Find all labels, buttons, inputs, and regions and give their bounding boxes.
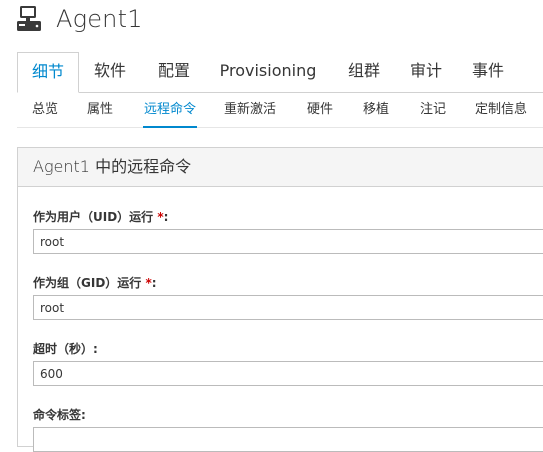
timeout-input[interactable] <box>33 361 543 386</box>
subtab-properties[interactable]: 属性 <box>87 93 113 126</box>
subtab-remote-command[interactable]: 远程命令 <box>142 93 198 128</box>
remote-command-panel: Agent1 中的远程命令 作为用户（UID）运行 *: 作为组（GID）运行 … <box>17 147 543 452</box>
tab-audit[interactable]: 审计 <box>395 52 457 91</box>
subtab-custom-info[interactable]: 定制信息 <box>475 93 527 126</box>
subtab-reactivation[interactable]: 重新激活 <box>224 93 276 126</box>
run-as-user-label-text: 作为用户（UID）运行 <box>33 210 154 224</box>
run-as-group-field: 作为组（GID）运行 *: <box>33 275 543 320</box>
subtab-overview[interactable]: 总览 <box>32 93 58 126</box>
run-as-group-label-text: 作为组（GID）运行 <box>33 276 142 290</box>
command-label-label: 命令标签: <box>33 408 86 422</box>
run-as-group-label: 作为组（GID）运行 *: <box>33 275 543 291</box>
system-server-icon <box>17 6 41 31</box>
label-colon: : <box>151 276 157 290</box>
subtab-hardware[interactable]: 硬件 <box>307 93 333 126</box>
tab-provisioning[interactable]: Provisioning <box>212 52 324 91</box>
tab-events[interactable]: 事件 <box>457 52 519 91</box>
tab-configuration[interactable]: 配置 <box>143 52 205 91</box>
run-as-user-input[interactable] <box>33 229 543 254</box>
timeout-field: 超时（秒）: <box>33 341 543 386</box>
command-label-input[interactable] <box>33 427 543 452</box>
run-as-group-input[interactable] <box>33 295 543 320</box>
subtab-notes[interactable]: 注记 <box>420 93 446 126</box>
tab-software[interactable]: 软件 <box>79 52 141 91</box>
label-colon: : <box>163 210 169 224</box>
main-tabs: 细节 软件 配置 Provisioning 组群 审计 事件 <box>17 52 543 93</box>
tab-groups[interactable]: 组群 <box>333 52 395 91</box>
page-header: Agent1 <box>16 2 143 36</box>
timeout-label: 超时（秒）: <box>33 342 98 356</box>
tab-details[interactable]: 细节 <box>17 52 79 93</box>
run-as-user-label: 作为用户（UID）运行 *: <box>33 209 543 225</box>
run-as-user-field: 作为用户（UID）运行 *: <box>33 209 543 254</box>
sub-tabs: 总览 属性 远程命令 重新激活 硬件 移植 注记 定制信息 <box>17 93 543 128</box>
page-title: Agent1 <box>56 5 143 33</box>
subtab-migrate[interactable]: 移植 <box>363 93 389 126</box>
panel-title: Agent1 中的远程命令 <box>18 148 543 187</box>
